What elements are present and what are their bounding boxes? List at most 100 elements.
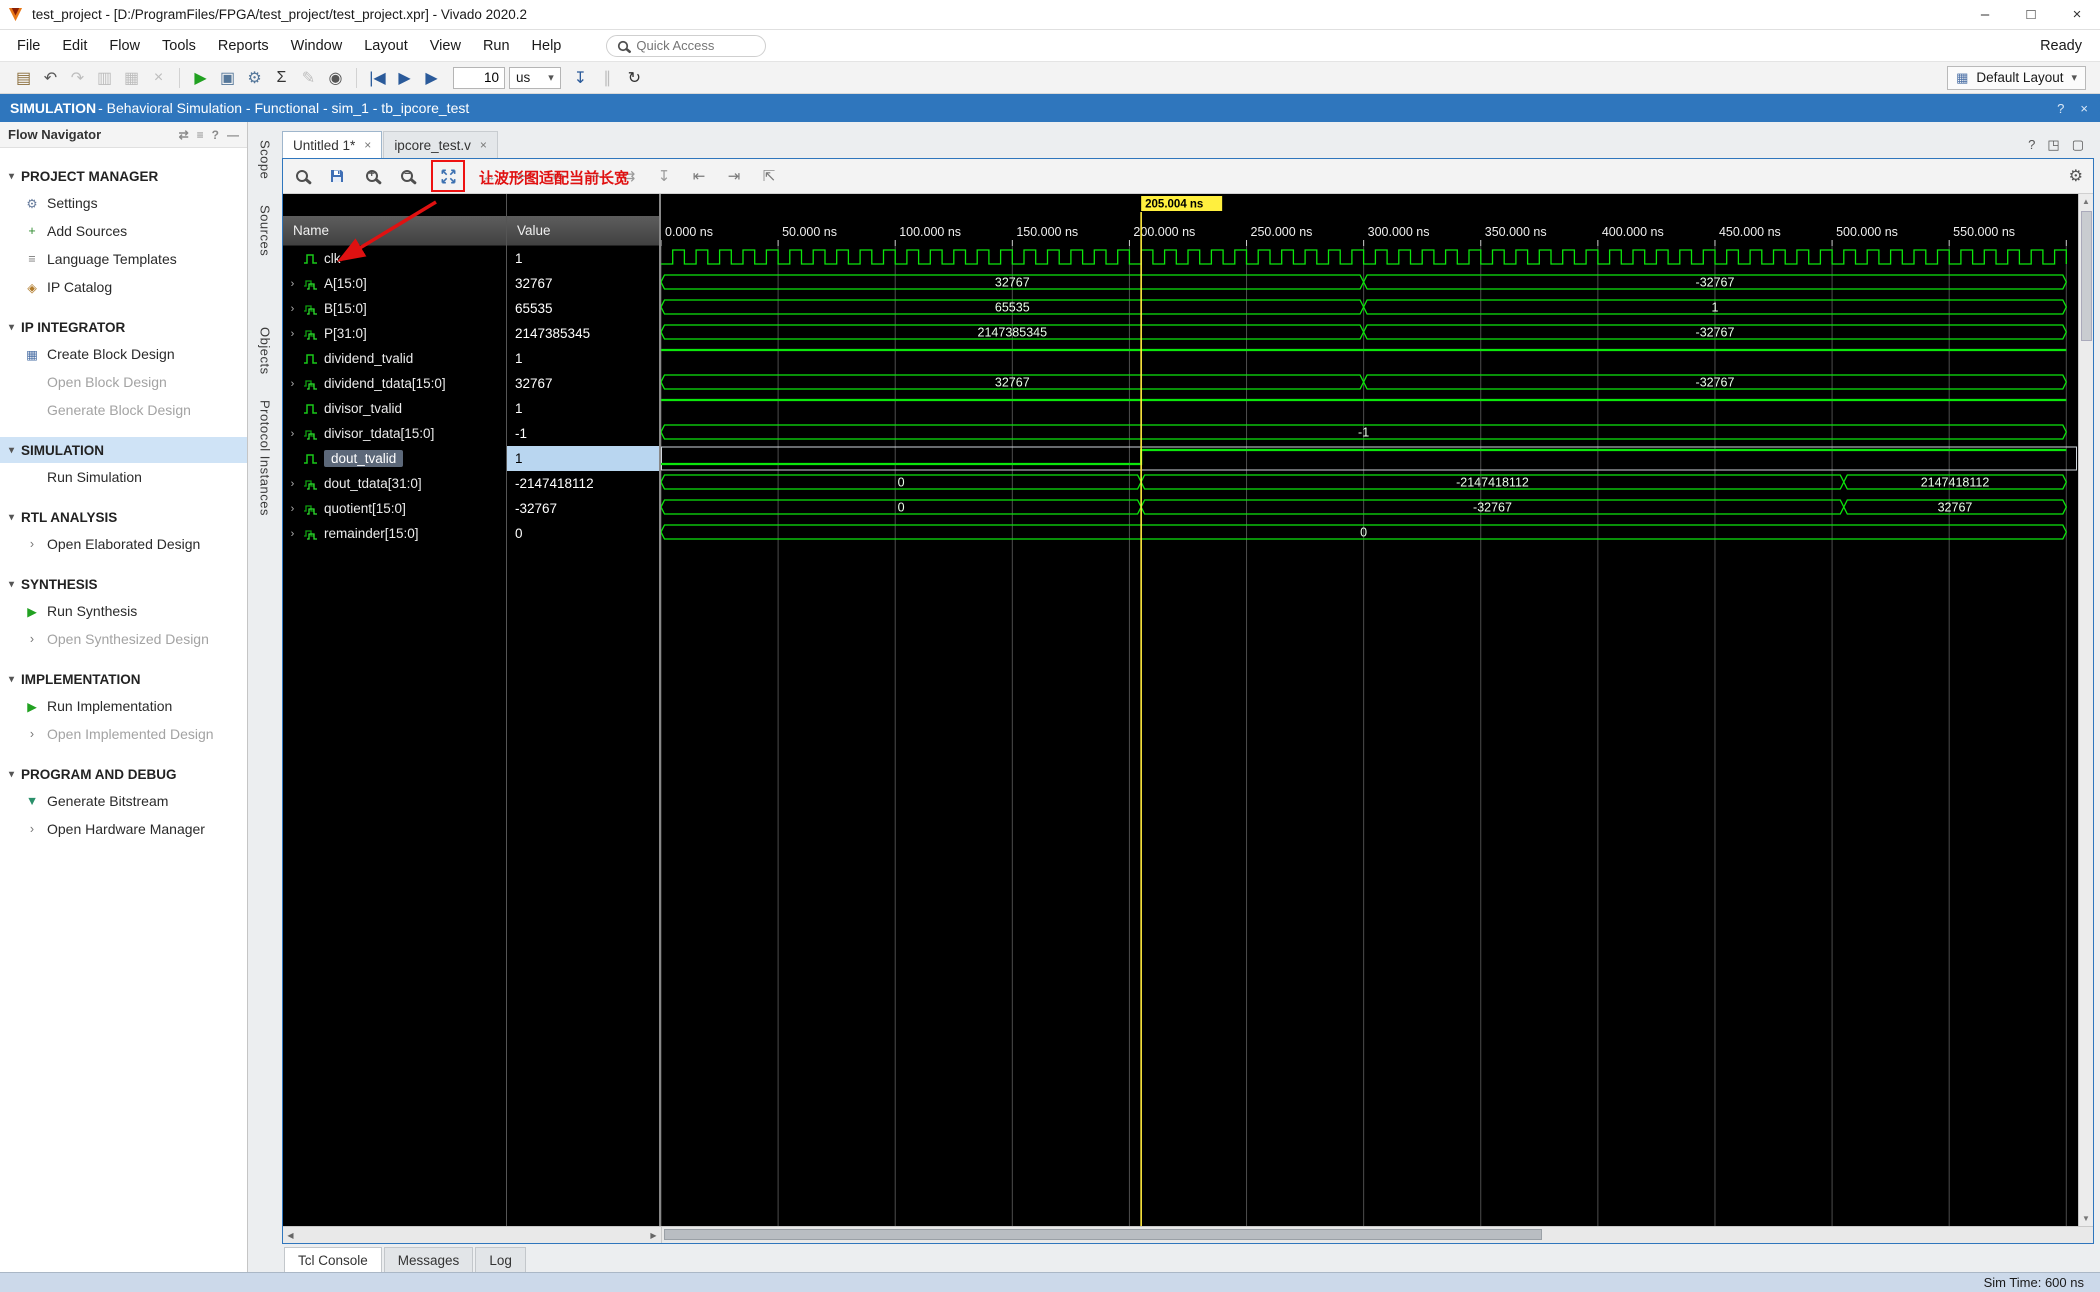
run-flow-icon[interactable]: ▶: [187, 66, 214, 90]
flownav-item-language-templates[interactable]: ≡ Language Templates: [0, 245, 247, 273]
scroll-right-icon[interactable]: ▶: [646, 1231, 661, 1240]
sim-pause-icon[interactable]: ∥: [594, 66, 621, 90]
name-column-header[interactable]: Name: [283, 216, 506, 246]
signal-row-dividend-tvalid[interactable]: dividend_tvalid: [283, 346, 506, 371]
zoom-in-icon[interactable]: [361, 165, 383, 187]
value-column-header[interactable]: Value: [507, 216, 659, 246]
signal-value-remainder-15-0[interactable]: 0: [507, 521, 659, 546]
menu-tools[interactable]: Tools: [151, 30, 207, 62]
previous-transition-icon[interactable]: ↤: [513, 165, 535, 187]
menu-flow[interactable]: Flow: [98, 30, 151, 62]
close-context-icon[interactable]: ×: [2080, 101, 2088, 116]
zoom-out-icon[interactable]: [396, 165, 418, 187]
minimize-icon[interactable]: –: [1962, 0, 2008, 29]
paste-icon[interactable]: ▦: [118, 66, 145, 90]
scroll-up-icon[interactable]: ▲: [2082, 194, 2090, 209]
flownav-section-ip-integrator[interactable]: ▾ IP INTEGRATOR: [0, 314, 247, 340]
signal-row-quotient-15-0[interactable]: › quotient[15:0]: [283, 496, 506, 521]
signal-value-divisor-tvalid[interactable]: 1: [507, 396, 659, 421]
zoom-to-cursor-icon[interactable]: ↔: [478, 165, 500, 187]
vertical-scrollbar[interactable]: ▲ ▼: [2078, 194, 2093, 1226]
flownav-item-open-implemented-design[interactable]: › Open Implemented Design: [0, 720, 247, 748]
signal-row-divisor-tdata-15-0[interactable]: › divisor_tdata[15:0]: [283, 421, 506, 446]
expand-icon[interactable]: ›: [287, 378, 298, 390]
close-icon[interactable]: ×: [2054, 0, 2100, 29]
flownav-section-project-manager[interactable]: ▾ PROJECT MANAGER: [0, 163, 247, 189]
undo-icon[interactable]: ↶: [37, 66, 64, 90]
edit-pencil-icon[interactable]: ✎: [295, 66, 322, 90]
go-to-end-icon[interactable]: ⇥: [723, 165, 745, 187]
flownav-item-open-hardware-manager[interactable]: › Open Hardware Manager: [0, 815, 247, 843]
expand-icon[interactable]: ›: [287, 278, 298, 290]
probe-icon[interactable]: ◉: [322, 66, 349, 90]
bottom-tab-messages[interactable]: Messages: [383, 1247, 474, 1272]
bottom-tab-tcl-console[interactable]: Tcl Console: [284, 1247, 382, 1272]
flownav-item-add-sources[interactable]: + Add Sources: [0, 217, 247, 245]
menu-layout[interactable]: Layout: [353, 30, 419, 62]
go-to-start-icon[interactable]: ⇤: [688, 165, 710, 187]
flownav-section-rtl-analysis[interactable]: ▾ RTL ANALYSIS: [0, 504, 247, 530]
expand-icon[interactable]: ›: [287, 428, 298, 440]
zoom-fit-icon[interactable]: [437, 165, 459, 187]
run-trigger-icon[interactable]: ⇉: [618, 165, 640, 187]
signal-row-a-15-0[interactable]: › A[15:0]: [283, 271, 506, 296]
side-tab-objects[interactable]: Objects: [258, 327, 273, 375]
signal-row-b-15-0[interactable]: › B[15:0]: [283, 296, 506, 321]
flownav-section-simulation[interactable]: ▾ SIMULATION: [0, 437, 247, 463]
run-time-input[interactable]: [453, 66, 505, 89]
signal-row-remainder-15-0[interactable]: › remainder[15:0]: [283, 521, 506, 546]
signal-value-dout-tvalid[interactable]: 1: [507, 446, 659, 471]
flownav-item-open-synthesized-design[interactable]: › Open Synthesized Design: [0, 625, 247, 653]
collapse-all-icon[interactable]: ⇄: [179, 128, 189, 142]
maximize-window-icon[interactable]: ▢: [2072, 137, 2084, 153]
expand-icon[interactable]: ›: [287, 303, 298, 315]
tab-close-icon[interactable]: ×: [364, 138, 371, 152]
signal-value-quotient-15-0[interactable]: -32767: [507, 496, 659, 521]
horizontal-scroll-thumb[interactable]: [664, 1229, 1542, 1240]
quick-access-search[interactable]: [606, 34, 767, 57]
flownav-item-run-simulation[interactable]: Run Simulation: [0, 463, 247, 491]
flownav-item-generate-bitstream[interactable]: ▼ Generate Bitstream: [0, 787, 247, 815]
signal-row-clk[interactable]: clk: [283, 246, 506, 271]
side-tab-protocol-instances[interactable]: Protocol Instances: [258, 400, 273, 516]
flownav-section-synthesis[interactable]: ▾ SYNTHESIS: [0, 571, 247, 597]
signal-value-b-15-0[interactable]: 65535: [507, 296, 659, 321]
side-tab-sources[interactable]: Sources: [258, 205, 273, 256]
copy-icon[interactable]: ▥: [91, 66, 118, 90]
signal-value-a-15-0[interactable]: 32767: [507, 271, 659, 296]
waveform-settings-gear-icon[interactable]: ⚙: [2069, 166, 2083, 186]
vertical-scroll-thumb[interactable]: [2080, 211, 2092, 341]
flownav-section-program-and-debug[interactable]: ▾ PROGRAM AND DEBUG: [0, 761, 247, 787]
sim-restart-icon[interactable]: |◀: [364, 66, 391, 90]
signal-row-divisor-tvalid[interactable]: divisor_tvalid: [283, 396, 506, 421]
signal-row-dividend-tdata-15-0[interactable]: › dividend_tdata[15:0]: [283, 371, 506, 396]
sum-icon[interactable]: Σ: [268, 66, 295, 90]
time-unit-select[interactable]: us ▾: [509, 66, 561, 89]
save-waveform-icon[interactable]: [326, 165, 348, 187]
minimize-panel-icon[interactable]: —: [227, 128, 239, 142]
signal-value-dividend-tdata-15-0[interactable]: 32767: [507, 371, 659, 396]
layout-selector[interactable]: ▦ Default Layout ▾: [1947, 65, 2086, 90]
flownav-item-run-synthesis[interactable]: ▶ Run Synthesis: [0, 597, 247, 625]
sim-run-for-icon[interactable]: ▶: [418, 66, 445, 90]
menu-view[interactable]: View: [419, 30, 472, 62]
flownav-item-ip-catalog[interactable]: ◈ IP Catalog: [0, 273, 247, 301]
add-marker-icon[interactable]: ↧: [653, 165, 675, 187]
signal-value-dout-tdata-31-0[interactable]: -2147418112: [507, 471, 659, 496]
quick-access-input[interactable]: [636, 38, 742, 53]
sim-run-all-icon[interactable]: ▶: [391, 66, 418, 90]
help-icon[interactable]: ?: [2028, 137, 2035, 153]
report-icon[interactable]: ▣: [214, 66, 241, 90]
waveform-canvas[interactable]: 0.000 ns 50.000 ns 100.000 ns 150.000 ns 200…: [661, 194, 2078, 1226]
scroll-down-icon[interactable]: ▼: [2082, 1211, 2090, 1226]
help-icon[interactable]: ?: [2057, 101, 2064, 116]
swap-cursor-icon[interactable]: ⇱: [758, 165, 780, 187]
sim-step-icon[interactable]: ↧: [567, 66, 594, 90]
menu-reports[interactable]: Reports: [207, 30, 280, 62]
maximize-icon[interactable]: □: [2008, 0, 2054, 29]
menu-edit[interactable]: Edit: [51, 30, 98, 62]
signal-value-clk[interactable]: 1: [507, 246, 659, 271]
float-window-icon[interactable]: ◳: [2047, 137, 2059, 153]
menu-file[interactable]: File: [6, 30, 51, 62]
flownav-item-generate-block-design[interactable]: Generate Block Design: [0, 396, 247, 424]
